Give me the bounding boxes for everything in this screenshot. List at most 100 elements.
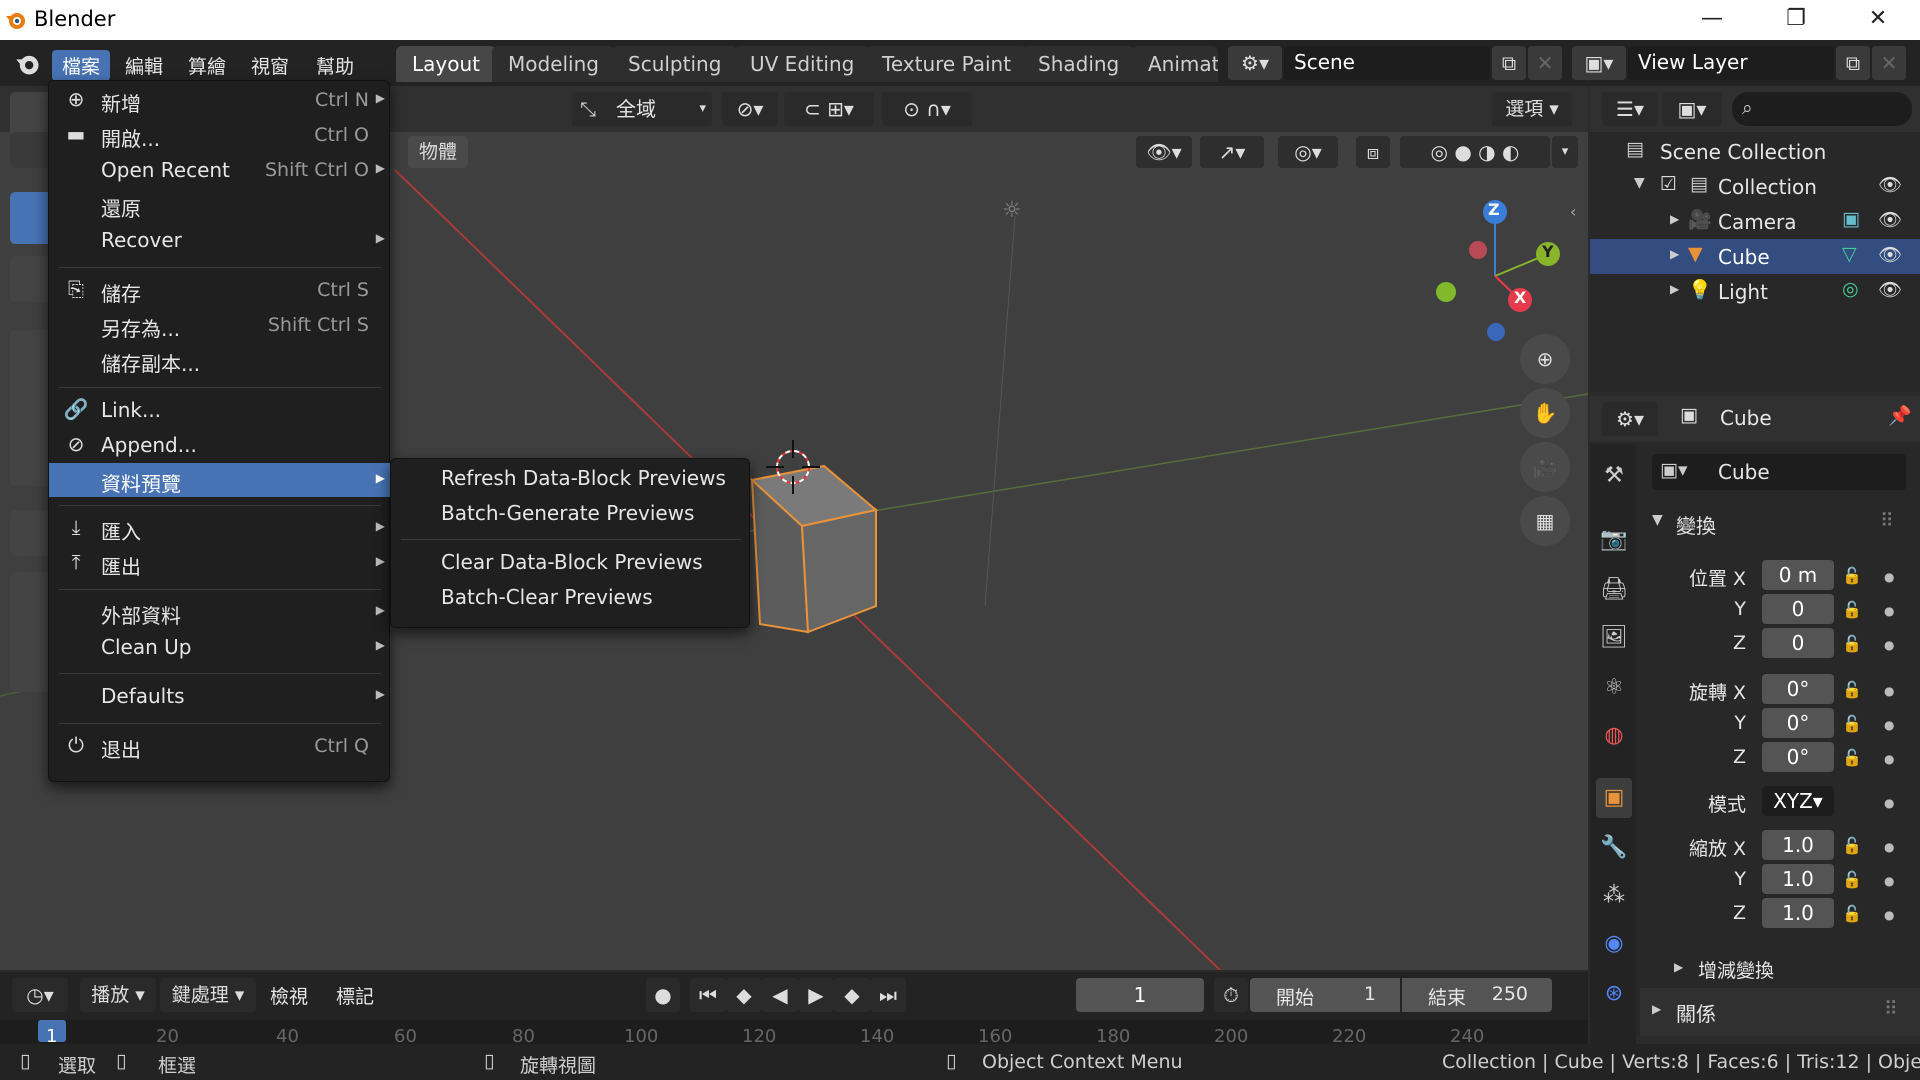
- object-menu[interactable]: 物體: [408, 136, 468, 168]
- play-icon[interactable]: ▶: [798, 978, 834, 1012]
- menu-item-open[interactable]: ▬ 開啟... Ctrl O: [49, 118, 391, 152]
- record-icon[interactable]: ●: [646, 978, 680, 1012]
- play-reverse-icon[interactable]: ◀: [762, 978, 798, 1012]
- tab-modeling[interactable]: Modeling: [492, 46, 615, 82]
- rotation-mode-dropdown[interactable]: XYZ▾: [1762, 786, 1834, 816]
- scene-tab-icon[interactable]: ⚛: [1596, 668, 1632, 708]
- transform-orientation-dropdown[interactable]: ⤡ 全域 ▾: [572, 92, 712, 126]
- menu-file[interactable]: 檔案: [52, 50, 111, 81]
- keyframe-dot-icon[interactable]: ●: [1884, 684, 1894, 698]
- shading-chevron-down-icon[interactable]: ▾: [1552, 136, 1578, 168]
- menu-item-defaults[interactable]: Defaults ▶: [49, 679, 391, 713]
- minimize-button[interactable]: —: [1692, 6, 1732, 31]
- world-tab-icon[interactable]: ◍: [1596, 716, 1632, 756]
- keyframe-dot-icon[interactable]: ●: [1884, 604, 1894, 618]
- tool-transform-icon[interactable]: [10, 510, 52, 556]
- camera-data-icon[interactable]: ▣: [1842, 208, 1860, 230]
- new-view-layer-icon[interactable]: ⧉: [1836, 46, 1870, 80]
- outliner-row-camera[interactable]: ▶ 🎥 Camera ▣ 👁: [1590, 204, 1920, 239]
- tab-shading[interactable]: Shading: [1022, 46, 1136, 82]
- menu-item-import[interactable]: ⤓ 匯入 ▶: [49, 511, 391, 545]
- tab-texture-paint[interactable]: Texture Paint: [866, 46, 1028, 82]
- stopwatch-icon[interactable]: ⏱: [1214, 978, 1248, 1012]
- menu-item-open-recent[interactable]: Open Recent Shift Ctrl O ▶: [49, 153, 391, 187]
- tool-transform-group-icon[interactable]: [10, 330, 52, 486]
- outliner-row-light[interactable]: ▶ 💡 Light ◎ 👁: [1590, 274, 1920, 309]
- lock-icon[interactable]: 🔓: [1842, 836, 1862, 855]
- collapse-arrow-icon[interactable]: ▼: [1652, 512, 1663, 528]
- constraints-tab-icon[interactable]: ⊛: [1596, 974, 1632, 1014]
- jump-start-icon[interactable]: ⏮: [690, 978, 726, 1012]
- overlay-toggle-icon[interactable]: ◎▾: [1278, 136, 1338, 168]
- tool-select-box-icon[interactable]: [10, 192, 52, 244]
- keying-menu[interactable]: 鍵處理 ▾: [160, 978, 256, 1012]
- transform-section-label[interactable]: 變換: [1676, 510, 1716, 539]
- current-frame-field[interactable]: 1: [1076, 978, 1204, 1012]
- menu-render[interactable]: 算繪: [178, 50, 236, 81]
- rotation-x-field[interactable]: 0°: [1762, 674, 1834, 704]
- marker-menu[interactable]: 標記: [336, 982, 374, 1009]
- lock-icon[interactable]: 🔓: [1842, 680, 1862, 699]
- menu-item-batch-clear-previews[interactable]: Batch-Clear Previews: [391, 580, 751, 614]
- properties-editor-type-icon[interactable]: ⚙▾: [1602, 402, 1658, 436]
- menu-item-batch-generate-previews[interactable]: Batch-Generate Previews: [391, 496, 751, 530]
- lock-icon[interactable]: 🔓: [1842, 714, 1862, 733]
- playback-menu[interactable]: 播放 ▾: [80, 978, 156, 1012]
- lock-icon[interactable]: 🔓: [1842, 566, 1862, 585]
- sidebar-toggle-icon[interactable]: ‹: [1570, 202, 1576, 221]
- keyframe-dot-icon[interactable]: ●: [1884, 874, 1894, 888]
- expand-arrow-icon[interactable]: ▶: [1670, 212, 1679, 226]
- tool-settings-tab-icon[interactable]: ⚒: [1596, 456, 1632, 496]
- menu-item-link[interactable]: 🔗 Link...: [49, 393, 391, 427]
- keyframe-dot-icon[interactable]: ●: [1884, 718, 1894, 732]
- scene-name-field[interactable]: Scene: [1284, 46, 1490, 80]
- expand-arrow-icon[interactable]: ▶: [1670, 282, 1679, 296]
- menu-window[interactable]: 視窗: [241, 50, 299, 81]
- menu-help[interactable]: 幫助: [306, 50, 364, 81]
- tab-animation[interactable]: Animat: [1132, 46, 1218, 82]
- light-data-icon[interactable]: ◎: [1842, 278, 1859, 300]
- expand-arrow-icon[interactable]: ▼: [1634, 175, 1645, 191]
- menu-item-revert[interactable]: 還原: [49, 188, 391, 222]
- pivot-point-icon[interactable]: ⊘▾: [722, 92, 778, 126]
- tool-mode-icon[interactable]: [10, 132, 52, 168]
- rotation-z-field[interactable]: 0°: [1762, 742, 1834, 772]
- menu-item-append[interactable]: ⊘ Append...: [49, 428, 391, 462]
- keyframe-dot-icon[interactable]: ●: [1884, 570, 1894, 584]
- scene-type-icon[interactable]: ⚙▾: [1228, 46, 1282, 80]
- light-object-icon[interactable]: ☼: [1002, 198, 1022, 223]
- new-scene-icon[interactable]: ⧉: [1492, 46, 1526, 80]
- menu-item-refresh-previews[interactable]: Refresh Data-Block Previews: [391, 461, 751, 495]
- location-z-field[interactable]: 0: [1762, 628, 1834, 658]
- menu-item-quit[interactable]: ⏻ 退出 Ctrl Q: [49, 729, 391, 763]
- location-x-field[interactable]: 0 m: [1762, 560, 1834, 590]
- scale-x-field[interactable]: 1.0: [1762, 830, 1834, 860]
- drag-handle-icon[interactable]: ⠿: [1884, 998, 1898, 1020]
- view-layer-tab-icon[interactable]: 🖼: [1596, 618, 1632, 658]
- eye-icon[interactable]: 👁: [1878, 243, 1902, 266]
- mesh-data-icon[interactable]: ▽: [1842, 243, 1857, 265]
- eye-icon[interactable]: 👁: [1878, 173, 1902, 196]
- next-keyframe-icon[interactable]: ◆: [834, 978, 870, 1012]
- drag-handle-icon[interactable]: ⠿: [1880, 510, 1894, 532]
- keyframe-dot-icon[interactable]: ●: [1884, 908, 1894, 922]
- pan-hand-icon[interactable]: ✋: [1520, 388, 1570, 438]
- lock-icon[interactable]: 🔓: [1842, 748, 1862, 767]
- menu-item-save-as[interactable]: 另存為... Shift Ctrl S: [49, 308, 391, 342]
- menu-item-clean-up[interactable]: Clean Up ▶: [49, 630, 391, 664]
- scale-z-field[interactable]: 1.0: [1762, 898, 1834, 928]
- view-menu[interactable]: 檢視: [270, 982, 308, 1009]
- scale-y-field[interactable]: 1.0: [1762, 864, 1834, 894]
- proportional-edit-icon[interactable]: ⊙ ∩▾: [882, 92, 972, 126]
- display-mode-icon[interactable]: ▣▾: [1662, 92, 1722, 126]
- prev-keyframe-icon[interactable]: ◆: [726, 978, 762, 1012]
- delete-view-layer-icon[interactable]: ✕: [1872, 46, 1906, 80]
- rotation-y-field[interactable]: 0°: [1762, 708, 1834, 738]
- eye-icon[interactable]: 👁: [1878, 278, 1902, 301]
- menu-item-data-previews[interactable]: 資料預覽 ▶: [49, 463, 391, 497]
- menu-item-save[interactable]: ⎘ 儲存 Ctrl S: [49, 273, 391, 307]
- outliner-row-cube[interactable]: ▶ ▼ Cube ▽ 👁: [1590, 239, 1920, 274]
- outliner-row-collection[interactable]: ▼ ☑ ▤ Collection 👁: [1590, 169, 1920, 204]
- close-button[interactable]: ✕: [1858, 6, 1898, 31]
- grid-perspective-icon[interactable]: ▦: [1520, 496, 1570, 546]
